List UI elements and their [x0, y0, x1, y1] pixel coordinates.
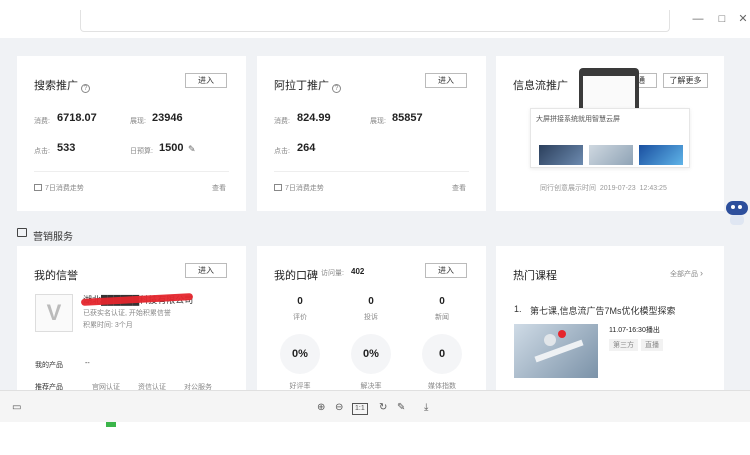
stat-value: 0 — [368, 296, 374, 307]
actual-size-icon[interactable]: 1:1 — [352, 403, 368, 415]
word-of-mouth-card: 我的口碑 访问量: 402 进入 0 评价 0 投诉 0 新闻 0% 好评率 0… — [257, 246, 486, 390]
edit-icon[interactable]: ✎ — [188, 144, 196, 155]
ad-image — [539, 145, 583, 165]
assistant-robot-icon[interactable] — [724, 198, 750, 228]
page-bottom — [0, 422, 750, 455]
rate-circle: 0 — [422, 334, 462, 374]
budget-value: 1500 — [159, 142, 184, 154]
window-titlebar: — □ ✕ — [0, 0, 750, 38]
course-index: 1. — [514, 304, 522, 314]
reputation-card: 我的信誉 进入 V 湖北██████科技有限公司 已获实名认证, 开始积累信誉 … — [17, 246, 246, 390]
show-value: 85857 — [392, 112, 423, 124]
creative-time-caption: 同行创意展示时间 2019-07-23 12:43:25 — [540, 185, 667, 192]
ad-image — [589, 145, 633, 165]
ad-preview: 大屏拼接系统就用智慧云屏 — [530, 108, 690, 168]
rate-label: 解决率 — [360, 383, 382, 390]
divider — [274, 171, 469, 172]
dashboard-content: 搜索推广? 进入 消费: 6718.07 展现: 23946 点击: 533 日… — [0, 38, 750, 390]
chart-icon — [34, 184, 42, 191]
card-title: 搜索推广? — [34, 77, 90, 93]
feed-promo-card: 信息流推广 开通 了解更多 大屏拼接系统就用智慧云屏 同行创意展示时间 2019… — [496, 56, 724, 211]
course-tag: 直播 — [641, 339, 663, 351]
learn-more-button[interactable]: 了解更多 — [663, 73, 708, 88]
address-bar[interactable] — [80, 10, 670, 32]
chart-icon — [274, 184, 282, 191]
zoom-out-icon[interactable]: ⊖ — [335, 403, 343, 413]
rate-label: 媒体指数 — [428, 383, 456, 390]
click-value: 533 — [57, 142, 76, 154]
visits-value: 402 — [351, 267, 365, 276]
recommend-item[interactable]: 对公服务 — [184, 382, 212, 390]
course-thumbnail[interactable] — [514, 324, 598, 378]
edit-icon[interactable]: ✎ — [397, 403, 405, 413]
viewer-toolbar: ▭ ⊕ ⊖ 1:1 ↻ ✎ ⤓ — [0, 390, 750, 422]
course-time: 11.07-16:30播出 — [609, 327, 660, 334]
ad-image — [639, 145, 683, 165]
budget-label: 日预算: — [130, 148, 153, 155]
rate-circle: 0% — [351, 334, 391, 374]
stat-value: 0 — [297, 296, 303, 307]
help-icon[interactable]: ? — [81, 84, 90, 93]
spend-label: 消费: — [274, 118, 290, 125]
spend-label: 消费: — [34, 118, 50, 125]
maximize-icon[interactable]: □ — [716, 13, 728, 25]
enter-button[interactable]: 进入 — [185, 73, 227, 88]
view-link[interactable]: 查看 — [452, 183, 466, 193]
my-products-label: 我的产品 — [35, 362, 63, 369]
card-title: 我的口碑 — [274, 270, 318, 282]
screen-icon[interactable]: ▭ — [12, 403, 21, 413]
card-title: 我的信誉 — [34, 270, 78, 282]
enter-button[interactable]: 进入 — [425, 73, 467, 88]
zoom-in-icon[interactable]: ⊕ — [317, 403, 325, 413]
enter-button[interactable]: 进入 — [425, 263, 467, 278]
view-link[interactable]: 查看 — [212, 183, 226, 193]
recommend-item[interactable]: 资信认证 — [138, 382, 166, 390]
accumulation-time: 积累时间: 3个月 — [83, 322, 133, 329]
course-tag: 第三方 — [609, 339, 638, 351]
spend-value: 6718.07 — [57, 112, 97, 124]
trend-link[interactable]: 7日消费走势 — [274, 183, 324, 193]
visits-label: 访问量: — [321, 270, 344, 277]
search-promo-card: 搜索推广? 进入 消费: 6718.07 展现: 23946 点击: 533 日… — [17, 56, 246, 211]
green-mark — [106, 422, 116, 427]
trend-link[interactable]: 7日消费走势 — [34, 183, 84, 193]
card-title: 热门课程 — [513, 270, 557, 282]
stat-label: 评价 — [293, 314, 307, 321]
spend-value: 824.99 — [297, 112, 331, 124]
stat-value: 0 — [439, 296, 445, 307]
course-title[interactable]: 第七课,信息流广告7Ms优化模型探索 — [530, 304, 676, 317]
click-label: 点击: — [34, 148, 50, 155]
ad-text: 大屏拼接系统就用智慧云屏 — [536, 116, 620, 123]
card-title: 信息流推广 — [513, 80, 568, 92]
all-products-link[interactable]: 全部产品 › — [670, 268, 703, 279]
card-title: 阿拉丁推广? — [274, 77, 341, 93]
help-icon[interactable]: ? — [332, 84, 341, 93]
divider — [34, 171, 229, 172]
show-value: 23946 — [152, 112, 183, 124]
recommend-item[interactable]: 官网认证 — [92, 382, 120, 390]
company-logo: V — [35, 294, 73, 332]
rate-label: 好评率 — [289, 383, 311, 390]
stat-label: 新闻 — [435, 314, 449, 321]
my-products-value: -- — [85, 360, 90, 367]
minimize-icon[interactable]: — — [692, 13, 704, 25]
show-label: 展现: — [130, 118, 146, 125]
stat-label: 投诉 — [364, 314, 378, 321]
close-icon[interactable]: ✕ — [737, 13, 749, 25]
recommend-label: 推荐产品 — [35, 384, 63, 390]
show-label: 展现: — [370, 118, 386, 125]
enter-button[interactable]: 进入 — [185, 263, 227, 278]
rate-circle: 0% — [280, 334, 320, 374]
click-label: 点击: — [274, 148, 290, 155]
aladdin-promo-card: 阿拉丁推广? 进入 消费: 824.99 展现: 85857 点击: 264 7… — [257, 56, 486, 211]
click-value: 264 — [297, 142, 316, 154]
courses-card: 热门课程 全部产品 › 1. 第七课,信息流广告7Ms优化模型探索 11.07-… — [496, 246, 724, 390]
store-icon — [17, 228, 27, 237]
download-icon[interactable]: ⤓ — [424, 403, 428, 413]
rotate-icon[interactable]: ↻ — [379, 403, 387, 413]
section-title: 营销服务 — [33, 232, 73, 243]
verified-text: 已获实名认证, 开始积累信誉 — [83, 310, 171, 317]
